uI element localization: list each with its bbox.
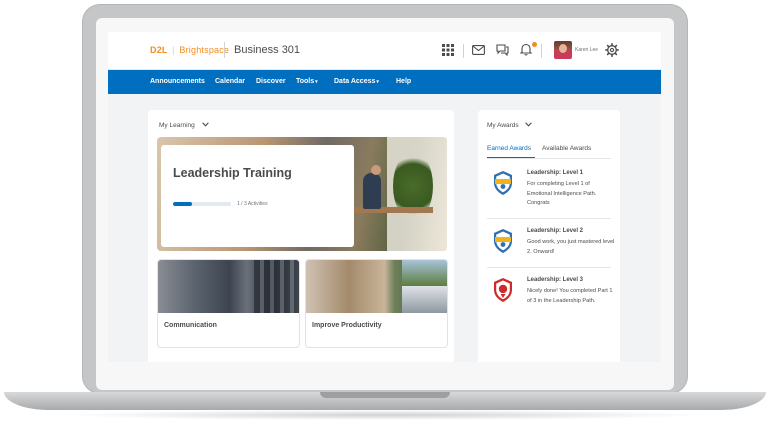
course-tile-image xyxy=(306,260,447,313)
course-tile-label: Improve Productivity xyxy=(312,322,382,329)
hero-image-person-head xyxy=(371,165,381,175)
my-learning-dropdown[interactable]: My Learning xyxy=(159,122,209,129)
course-tile-communication[interactable]: Communication xyxy=(157,259,300,348)
gear-icon[interactable] xyxy=(605,41,619,62)
shield-badge-icon xyxy=(494,171,512,195)
chevron-down-icon: ▾ xyxy=(376,79,379,85)
my-awards-dropdown[interactable]: My Awards xyxy=(487,122,533,129)
chevron-down-icon xyxy=(201,122,209,129)
progress-text: 1 / 3 Activities xyxy=(237,201,268,207)
award-divider xyxy=(487,267,611,268)
progress-bar xyxy=(173,202,231,206)
course-tile-image-road xyxy=(402,286,447,313)
nav-item-discover[interactable]: Discover xyxy=(256,78,286,85)
brand-logo[interactable]: D2L | Brightspace xyxy=(150,45,229,55)
brand-name: Brightspace xyxy=(179,45,230,55)
laptop-mockup: D2L | Brightspace Business 301 Karen Lee… xyxy=(0,0,770,430)
brand-separator xyxy=(224,42,225,58)
course-tile-image-strip xyxy=(254,260,299,313)
course-selector-grid-icon[interactable] xyxy=(440,42,456,58)
nav-item-announcements[interactable]: Announcements xyxy=(150,78,205,85)
laptop-notch xyxy=(320,392,450,398)
award-divider xyxy=(487,218,611,219)
course-tile-image-landscape xyxy=(402,260,447,286)
my-learning-title: My Learning xyxy=(159,122,195,129)
chevron-down-icon: ▾ xyxy=(315,79,318,85)
shield-badge-icon xyxy=(494,278,512,302)
app-screen: D2L | Brightspace Business 301 Karen Lee… xyxy=(108,32,661,362)
notification-dot xyxy=(532,42,537,47)
award-name: Leadership: Level 2 xyxy=(527,228,584,234)
nav-item-data-access-label: Data Access xyxy=(334,78,376,85)
nav-item-help[interactable]: Help xyxy=(396,78,411,85)
chevron-down-icon xyxy=(525,122,533,129)
award-name: Leadership: Level 1 xyxy=(527,170,584,176)
nav-item-data-access[interactable]: Data Access▾ xyxy=(334,78,379,85)
tabs-divider xyxy=(487,158,611,159)
brand-divider: | xyxy=(172,45,175,55)
icon-separator xyxy=(541,44,542,58)
hero-image-person xyxy=(363,173,381,209)
my-learning-card: My Learning Leadership Training 1 / 3 Ac… xyxy=(148,110,454,362)
nav-item-tools-label: Tools xyxy=(296,78,315,85)
my-awards-title: My Awards xyxy=(487,122,519,129)
top-bar: D2L | Brightspace Business 301 Karen Lee xyxy=(108,32,661,70)
award-description: Nicely done! You completed Part 1 of 3 i… xyxy=(527,288,613,304)
mail-icon[interactable] xyxy=(470,42,486,58)
award-description: For completing Level 1 of Emotional Inte… xyxy=(527,181,597,207)
shield-badge-icon xyxy=(494,229,512,253)
nav-item-tools[interactable]: Tools▾ xyxy=(296,78,318,85)
featured-course-card[interactable]: Leadership Training 1 / 3 Activities xyxy=(157,137,447,251)
featured-course-panel: Leadership Training 1 / 3 Activities xyxy=(161,145,354,247)
active-tab-indicator xyxy=(487,157,535,158)
nav-bar: Announcements Calendar Discover Tools▾ D… xyxy=(108,70,661,94)
chat-icon[interactable] xyxy=(494,42,510,58)
award-description: Good work, you just mastered level 2. On… xyxy=(527,239,615,255)
featured-course-title[interactable]: Leadership Training xyxy=(173,166,292,180)
nav-item-calendar[interactable]: Calendar xyxy=(215,78,245,85)
award-name: Leadership: Level 3 xyxy=(527,277,584,283)
course-tile-image xyxy=(158,260,299,313)
progress-fill xyxy=(173,202,193,206)
tab-available-awards[interactable]: Available Awards xyxy=(542,145,591,152)
course-tile-label: Communication xyxy=(164,322,217,329)
brand-mark: D2L xyxy=(150,45,168,55)
course-tile-improve-productivity[interactable]: Improve Productivity xyxy=(305,259,448,348)
user-name[interactable]: Karen Lee xyxy=(575,47,598,53)
laptop-shadow xyxy=(60,410,710,420)
avatar[interactable] xyxy=(554,41,572,59)
avatar-face xyxy=(559,44,567,53)
tab-earned-awards[interactable]: Earned Awards xyxy=(487,145,531,152)
course-title[interactable]: Business 301 xyxy=(234,44,300,56)
my-awards-card: My Awards Earned Awards Available Awards… xyxy=(478,110,620,362)
icon-separator xyxy=(463,44,464,58)
